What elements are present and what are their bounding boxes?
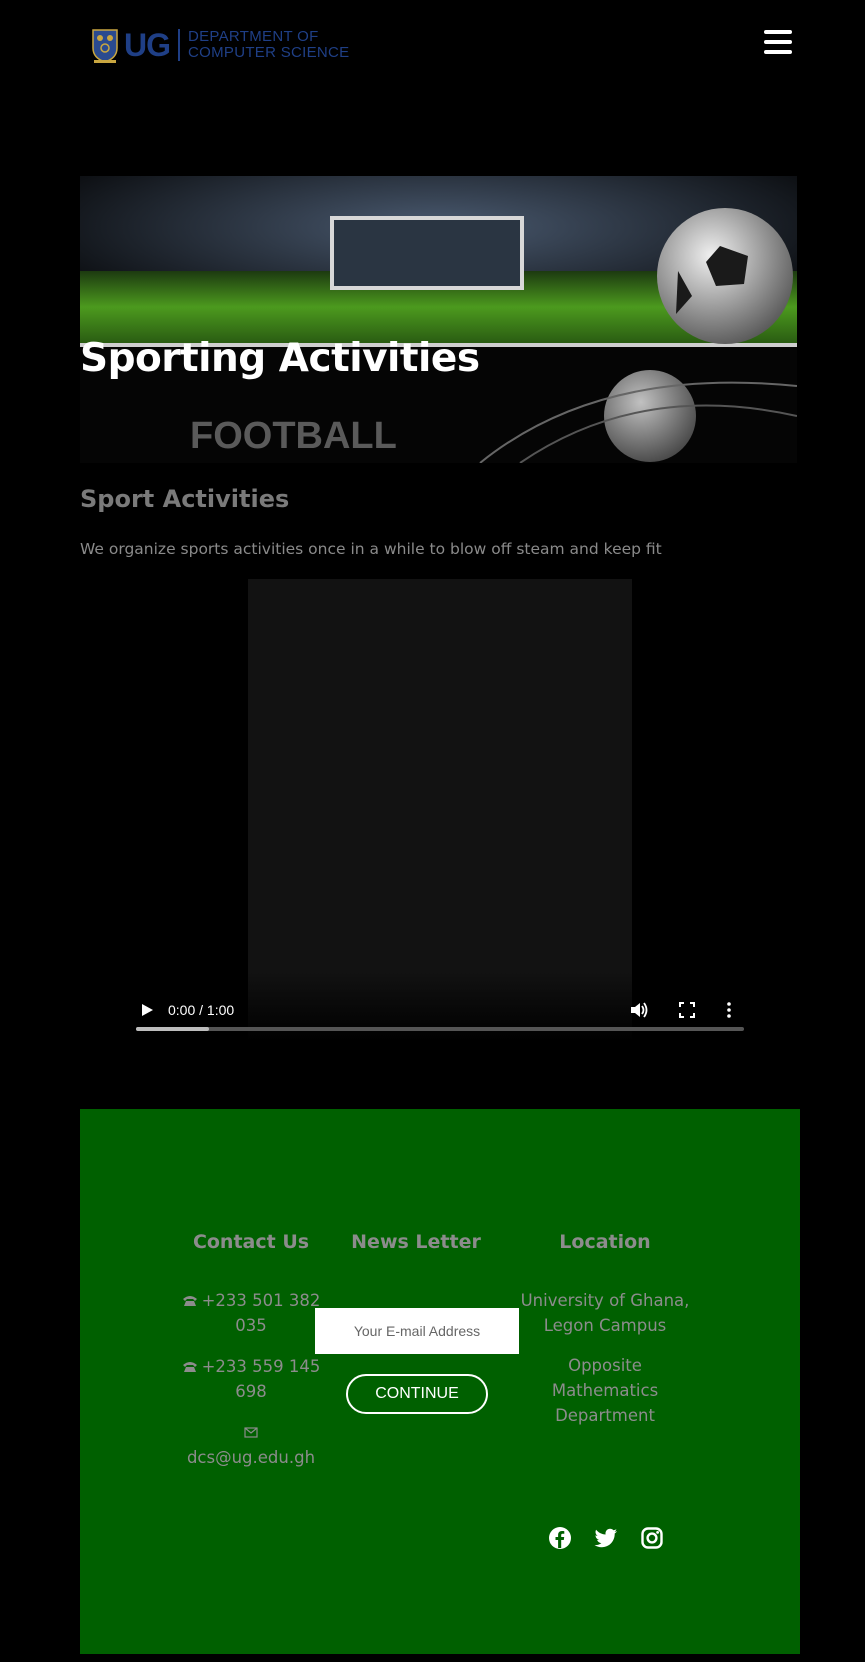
volume-icon[interactable]: [630, 1001, 648, 1019]
section-heading: Sport Activities: [80, 485, 290, 513]
hamburger-menu-icon[interactable]: [764, 30, 794, 56]
facebook-icon[interactable]: [548, 1526, 572, 1550]
location-line2: Legon Campus: [543, 1316, 667, 1335]
phone-icon: [182, 1296, 197, 1306]
logo-dept-line2: COMPUTER SCIENCE: [188, 44, 350, 61]
email-contact[interactable]: dcs@ug.edu.gh: [170, 1420, 332, 1470]
university-crest-icon: [90, 26, 120, 64]
phone-2[interactable]: +233 559 145 698: [180, 1354, 322, 1404]
phone-1[interactable]: +233 501 382 035: [180, 1288, 322, 1338]
page-title: Sporting Activities: [80, 336, 480, 381]
hero-image-caption: FOOTBALL: [190, 415, 397, 457]
contact-us-title: Contact Us: [192, 1231, 310, 1253]
location-title: Location: [559, 1231, 651, 1253]
video-controls: 0:00 / 1:00: [136, 994, 744, 1041]
video-player[interactable]: 0:00 / 1:00: [136, 579, 744, 1041]
continue-button[interactable]: CONTINUE: [346, 1374, 488, 1414]
location-line4: Mathematics: [551, 1381, 659, 1400]
location-line1: University of Ghana,: [520, 1291, 690, 1310]
fullscreen-icon[interactable]: [679, 1002, 695, 1018]
video-progress-fill: [136, 1027, 209, 1031]
logo-abbreviation: UG: [124, 26, 171, 63]
location-address: University of Ghana, Legon Campus: [515, 1288, 695, 1338]
location-line5: Department: [555, 1406, 655, 1425]
site-logo[interactable]: UG DEPARTMENT OF COMPUTER SCIENCE: [90, 24, 349, 66]
location-landmark: Opposite Mathematics Department: [515, 1353, 695, 1428]
logo-department-name: DEPARTMENT OF COMPUTER SCIENCE: [188, 29, 349, 61]
more-options-icon[interactable]: [725, 1001, 733, 1019]
video-progress-bar[interactable]: [136, 1027, 744, 1031]
location-line3: Opposite: [568, 1356, 642, 1375]
hero-banner-image: FOOTBALL: [80, 176, 797, 463]
newsletter-email-input[interactable]: [315, 1308, 519, 1354]
logo-dept-line1: DEPARTMENT OF: [188, 28, 319, 45]
section-description: We organize sports activities once in a …: [80, 540, 662, 558]
video-frame[interactable]: [248, 579, 632, 1041]
phone-2-line2: 698: [235, 1382, 267, 1401]
phone-1-line1: +233 501 382: [201, 1291, 321, 1310]
play-icon[interactable]: [140, 1003, 154, 1017]
phone-icon: [182, 1362, 197, 1372]
mail-icon: [244, 1427, 258, 1438]
twitter-icon[interactable]: [594, 1526, 618, 1550]
phone-2-line1: +233 559 145: [201, 1357, 321, 1376]
video-time: 0:00 / 1:00: [168, 1002, 235, 1018]
newsletter-title: News Letter: [351, 1231, 481, 1253]
instagram-icon[interactable]: [640, 1526, 664, 1550]
email-address: dcs@ug.edu.gh: [186, 1448, 316, 1467]
phone-1-line2: 035: [235, 1316, 267, 1335]
logo-divider: [178, 29, 180, 61]
